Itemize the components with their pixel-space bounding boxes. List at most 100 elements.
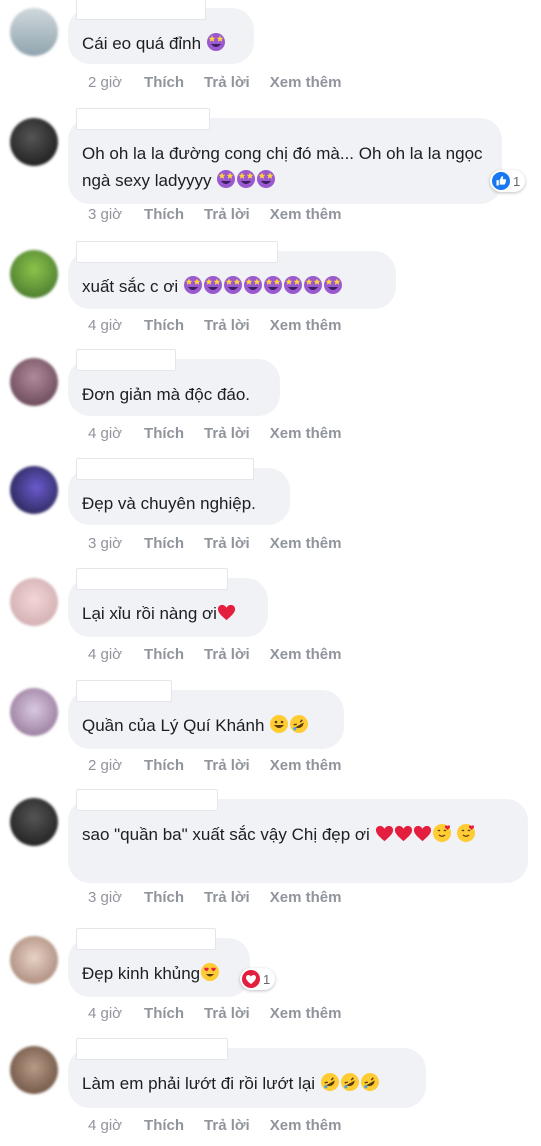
comment-time[interactable]: 4 giờ (88, 646, 122, 663)
star-struck-icon (323, 275, 343, 295)
avatar[interactable] (10, 936, 58, 984)
reply-button[interactable]: Trả lời (204, 757, 250, 774)
author-name[interactable] (76, 241, 278, 263)
avatar[interactable] (10, 798, 58, 846)
heart-icon (375, 824, 394, 843)
avatar[interactable] (10, 118, 58, 166)
comment-time[interactable]: 3 giờ (88, 535, 122, 552)
comment-actions: 4 giờ Thích Trả lời Xem thêm (88, 317, 361, 334)
like-button[interactable]: Thích (144, 889, 184, 906)
author-name[interactable] (76, 568, 228, 590)
comment-bubble: Làm em phải lướt đi rồi lướt lại (68, 1038, 426, 1108)
author-name[interactable] (76, 789, 218, 811)
reply-button[interactable]: Trả lời (204, 535, 250, 552)
see-more-button[interactable]: Xem thêm (270, 535, 342, 552)
like-button[interactable]: Thích (144, 757, 184, 774)
like-button[interactable]: Thích (144, 206, 184, 223)
grinning-face-icon (269, 714, 289, 734)
like-button[interactable]: Thích (144, 425, 184, 442)
author-name[interactable] (76, 0, 206, 20)
author-name[interactable] (76, 349, 176, 371)
like-button[interactable]: Thích (144, 535, 184, 552)
avatar[interactable] (10, 250, 58, 298)
comment-text: Làm em phải lướt đi rồi lướt lại (82, 1074, 316, 1093)
avatar[interactable] (10, 688, 58, 736)
reply-button[interactable]: Trả lời (204, 425, 250, 442)
comment-actions: 4 giờ Thích Trả lời Xem thêm (88, 425, 361, 442)
see-more-button[interactable]: Xem thêm (270, 74, 342, 91)
see-more-button[interactable]: Xem thêm (270, 317, 342, 334)
comment-bubble: xuất sắc c ơi (68, 241, 396, 309)
comment-text: Lại xỉu rồi nàng ơi (82, 604, 217, 623)
comment-actions: 2 giờ Thích Trả lời Xem thêm (88, 757, 361, 774)
reaction-count: 1 (263, 971, 271, 987)
comment-actions: 3 giờ Thích Trả lời Xem thêm (88, 206, 361, 223)
star-struck-icon (236, 169, 256, 189)
comment-time[interactable]: 4 giờ (88, 425, 122, 442)
reaction-count: 1 (513, 173, 521, 189)
comment-bubble: Oh oh la la đường cong chị đó mà... Oh o… (68, 108, 502, 204)
see-more-button[interactable]: Xem thêm (270, 1005, 342, 1022)
reply-button[interactable]: Trả lời (204, 1117, 250, 1134)
smiling-face-with-hearts-icon (456, 823, 476, 843)
reaction-badge[interactable]: 1 (240, 968, 276, 990)
author-name[interactable] (76, 680, 172, 702)
author-name[interactable] (76, 1038, 228, 1060)
comment-time[interactable]: 3 giờ (88, 889, 122, 906)
reaction-badge[interactable]: 1 (490, 170, 526, 192)
star-struck-icon (303, 275, 323, 295)
like-button[interactable]: Thích (144, 646, 184, 663)
star-struck-icon (223, 275, 243, 295)
avatar[interactable] (10, 578, 58, 626)
like-button[interactable]: Thích (144, 1005, 184, 1022)
comment-text: Cái eo quá đỉnh (82, 34, 202, 53)
avatar[interactable] (10, 8, 58, 56)
star-struck-icon (216, 169, 236, 189)
comment-time[interactable]: 4 giờ (88, 1117, 122, 1134)
heart-eyes-icon (200, 962, 220, 982)
comment-time[interactable]: 3 giờ (88, 206, 122, 223)
avatar[interactable] (10, 1046, 58, 1094)
comment-actions: 3 giờ Thích Trả lời Xem thêm (88, 535, 361, 552)
comment-time[interactable]: 4 giờ (88, 317, 122, 334)
love-reaction-icon (242, 970, 260, 988)
reply-button[interactable]: Trả lời (204, 889, 250, 906)
see-more-button[interactable]: Xem thêm (270, 646, 342, 663)
comment-text: Đơn giản mà độc đáo. (82, 385, 251, 404)
rofl-icon (340, 1072, 360, 1092)
reply-button[interactable]: Trả lời (204, 206, 250, 223)
comment-text: Đẹp kinh khủng (82, 964, 201, 983)
avatar[interactable] (10, 466, 58, 514)
star-struck-icon (206, 32, 226, 52)
reply-button[interactable]: Trả lời (204, 1005, 250, 1022)
comment-actions: 2 giờ Thích Trả lời Xem thêm (88, 74, 361, 91)
author-name[interactable] (76, 458, 254, 480)
see-more-button[interactable]: Xem thêm (270, 206, 342, 223)
star-struck-icon (183, 275, 203, 295)
rofl-icon (320, 1072, 340, 1092)
see-more-button[interactable]: Xem thêm (270, 889, 342, 906)
like-button[interactable]: Thích (144, 1117, 184, 1134)
heart-icon (394, 824, 413, 843)
author-name[interactable] (76, 928, 216, 950)
avatar[interactable] (10, 358, 58, 406)
comment-bubble: Đẹp và chuyên nghiệp. (68, 458, 290, 525)
comment-bubble: Đẹp kinh khủng (68, 928, 250, 997)
author-name[interactable] (76, 108, 210, 130)
comment-text: Quần của Lý Quí Khánh (82, 716, 265, 735)
see-more-button[interactable]: Xem thêm (270, 425, 342, 442)
reply-button[interactable]: Trả lời (204, 74, 250, 91)
like-button[interactable]: Thích (144, 317, 184, 334)
reply-button[interactable]: Trả lời (204, 317, 250, 334)
see-more-button[interactable]: Xem thêm (270, 1117, 342, 1134)
like-button[interactable]: Thích (144, 74, 184, 91)
see-more-button[interactable]: Xem thêm (270, 757, 342, 774)
comment-time[interactable]: 2 giờ (88, 757, 122, 774)
comment-time[interactable]: 2 giờ (88, 74, 122, 91)
star-struck-icon (243, 275, 263, 295)
comment-actions: 4 giờ Thích Trả lời Xem thêm (88, 646, 361, 663)
reply-button[interactable]: Trả lời (204, 646, 250, 663)
comment-time[interactable]: 4 giờ (88, 1005, 122, 1022)
rofl-icon (289, 714, 309, 734)
star-struck-icon (203, 275, 223, 295)
